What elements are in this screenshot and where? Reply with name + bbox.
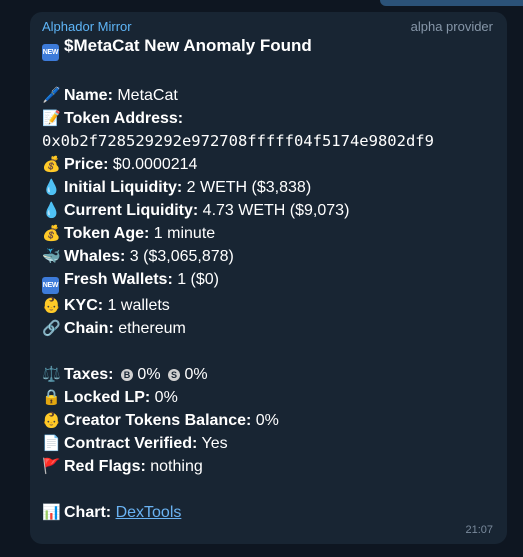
lock-icon: 🔒: [42, 389, 61, 406]
sell-tax-icon: S: [168, 369, 180, 381]
sell-tax-value: 0%: [180, 366, 208, 383]
name-label: Name:: [64, 87, 113, 104]
creator-balance-row: 👶 Creator Tokens Balance: 0%: [42, 409, 493, 432]
new-badge-icon: NEW: [42, 44, 59, 61]
price-row: 💰 Price: $0.0000214: [42, 153, 493, 176]
price-label: Price:: [64, 156, 109, 173]
price-value: $0.0000214: [108, 156, 198, 173]
title-text: $MetaCat New Anomaly Found: [64, 36, 312, 55]
chain-label: Chain:: [64, 320, 114, 337]
droplet-icon: 💧: [42, 202, 61, 219]
adjacent-message-edge: [380, 0, 523, 6]
locked-lp-value: 0%: [150, 389, 178, 406]
kyc-label: KYC:: [64, 297, 104, 314]
red-flags-row: 🚩 Red Flags: nothing: [42, 455, 493, 478]
whales-row: 🐳 Whales: 3 ($3,065,878): [42, 245, 493, 268]
chain-row: 🔗 Chain: ethereum: [42, 317, 493, 340]
buy-tax-value: 0%: [132, 366, 161, 383]
token-age-label: Token Age:: [64, 225, 150, 242]
message-title: NEW $MetaCat New Anomaly Found: [42, 35, 493, 61]
creator-balance-value: 0%: [251, 412, 279, 429]
chart-label: Chart:: [64, 504, 112, 521]
message-header: Alphador Mirror alpha provider: [42, 19, 493, 35]
link-icon: 🔗: [42, 320, 61, 337]
fresh-wallets-value: 1 ($0): [172, 271, 220, 288]
contract-verified-row: 📄 Contract Verified: Yes: [42, 432, 493, 455]
kyc-value: 1 wallets: [103, 297, 170, 314]
provider-tag: alpha provider: [410, 19, 493, 34]
kyc-row: 👶 KYC: 1 wallets: [42, 294, 493, 317]
red-flags-value: nothing: [145, 458, 203, 475]
buy-tax-icon: B: [120, 369, 133, 381]
scales-icon: ⚖️: [42, 366, 61, 383]
current-liquidity-row: 💧 Current Liquidity: 4.73 WETH ($9,073): [42, 199, 493, 222]
token-age-value: 1 minute: [149, 225, 216, 242]
address-label-row: 📝 Token Address:: [42, 107, 493, 130]
droplet-icon: 💧: [42, 179, 61, 196]
address-label: Token Address:: [64, 110, 184, 127]
initial-liquidity-label: Initial Liquidity:: [64, 179, 183, 196]
current-liquidity-value: 4.73 WETH ($9,073): [198, 202, 350, 219]
current-liquidity-label: Current Liquidity:: [64, 202, 199, 219]
name-row: 🖊️ Name: MetaCat: [42, 84, 493, 107]
creator-balance-label: Creator Tokens Balance:: [64, 412, 252, 429]
memo-icon: 📝: [42, 110, 61, 127]
pen-icon: 🖊️: [42, 87, 61, 104]
taxes-label: Taxes:: [64, 366, 114, 383]
token-age-row: 💰 Token Age: 1 minute: [42, 222, 493, 245]
fresh-wallets-row: NEW Fresh Wallets: 1 ($0): [42, 268, 493, 294]
dextools-link[interactable]: DexTools: [116, 504, 182, 521]
initial-liquidity-row: 💧 Initial Liquidity: 2 WETH ($3,838): [42, 176, 493, 199]
money-bag-icon: 💰: [42, 156, 61, 173]
red-flags-label: Red Flags:: [64, 458, 146, 475]
whale-icon: 🐳: [42, 248, 61, 265]
fresh-wallets-label: Fresh Wallets:: [64, 271, 173, 288]
chart-row: 📊 Chart: DexTools: [42, 501, 493, 524]
chain-value: ethereum: [113, 320, 186, 337]
name-value: MetaCat: [112, 87, 178, 104]
message-bubble[interactable]: Alphador Mirror alpha provider NEW $MetaC…: [30, 12, 507, 544]
bar-chart-icon: 📊: [42, 504, 61, 521]
initial-liquidity-value: 2 WETH ($3,838): [182, 179, 312, 196]
whales-label: Whales:: [64, 248, 126, 265]
contract-verified-label: Contract Verified:: [64, 435, 198, 452]
taxes-row: ⚖️ Taxes: B 0% S 0%: [42, 363, 493, 386]
baby-face-icon: 👶: [42, 297, 61, 314]
locked-lp-row: 🔒 Locked LP: 0%: [42, 386, 493, 409]
message-timestamp: 21:07: [465, 524, 493, 536]
baby-face-icon: 👶: [42, 412, 61, 429]
locked-lp-label: Locked LP:: [64, 389, 151, 406]
whales-value: 3 ($3,065,878): [125, 248, 234, 265]
new-badge-icon: NEW: [42, 277, 59, 294]
red-flag-icon: 🚩: [42, 458, 61, 475]
sender-name[interactable]: Alphador Mirror: [42, 19, 132, 34]
page-icon: 📄: [42, 435, 61, 452]
token-address[interactable]: 0x0b2f728529292e972708fffff04f5174e9802d…: [42, 130, 488, 153]
contract-verified-value: Yes: [197, 435, 228, 452]
money-bag-icon: 💰: [42, 225, 61, 242]
